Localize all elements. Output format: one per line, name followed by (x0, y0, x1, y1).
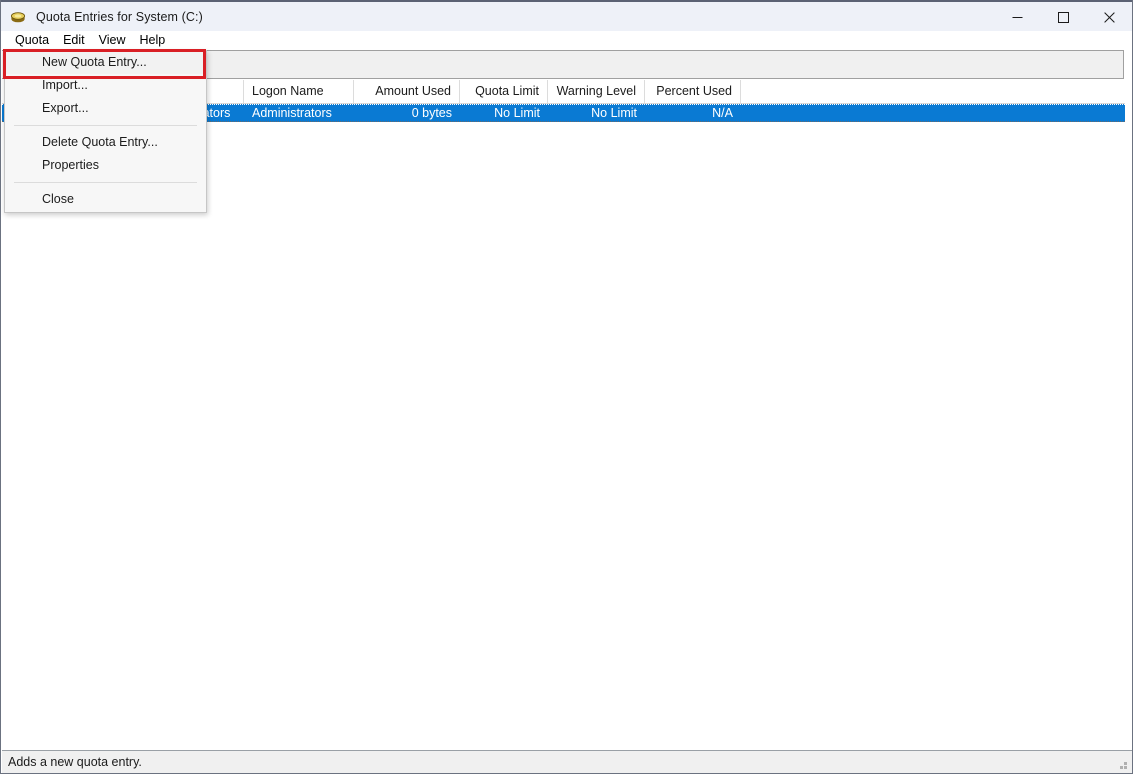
menu-bar: Quota Edit View Help (1, 31, 1132, 50)
menubar-item-help[interactable]: Help (132, 32, 172, 49)
menu-item-import[interactable]: Import... (5, 74, 206, 97)
cell-amount-used: 0 bytes (354, 105, 460, 123)
column-header-quota-limit[interactable]: Quota Limit (460, 80, 548, 103)
column-header-warning-level[interactable]: Warning Level (548, 80, 645, 103)
cell-warning-level: No Limit (548, 105, 645, 123)
column-header-percent-used[interactable]: Percent Used (645, 80, 741, 103)
menu-item-close[interactable]: Close (5, 188, 206, 211)
menubar-item-view[interactable]: View (92, 32, 133, 49)
menu-item-new-quota-entry[interactable]: New Quota Entry... (5, 51, 206, 74)
menu-separator-2 (14, 182, 197, 183)
menu-item-delete-quota-entry[interactable]: Delete Quota Entry... (5, 131, 206, 154)
maximize-button[interactable] (1040, 2, 1086, 32)
column-header-amount-used[interactable]: Amount Used (354, 80, 460, 103)
menubar-item-edit[interactable]: Edit (56, 32, 92, 49)
cell-logon-name: Administrators (244, 105, 354, 123)
cell-percent-used: N/A (645, 105, 741, 123)
quota-menu-dropdown: New Quota Entry... Import... Export... D… (4, 50, 207, 213)
quota-entries-window: Quota Entries for System (C:) Quota Edit… (0, 0, 1133, 774)
quota-disk-icon (10, 9, 26, 25)
title-bar[interactable]: Quota Entries for System (C:) (1, 0, 1132, 31)
status-bar-text: Adds a new quota entry. (2, 755, 142, 769)
menu-item-export[interactable]: Export... (5, 97, 206, 120)
resize-grip-icon[interactable] (1115, 757, 1129, 771)
close-button[interactable] (1086, 2, 1132, 32)
status-bar: Adds a new quota entry. (2, 750, 1132, 773)
cell-quota-limit: No Limit (460, 105, 548, 123)
minimize-button[interactable] (994, 2, 1040, 32)
menu-separator-1 (14, 125, 197, 126)
column-header-logon-name[interactable]: Logon Name (244, 80, 354, 103)
menu-item-properties[interactable]: Properties (5, 154, 206, 177)
menubar-item-quota[interactable]: Quota (8, 32, 56, 49)
window-controls (994, 2, 1132, 32)
window-title: Quota Entries for System (C:) (36, 10, 203, 24)
